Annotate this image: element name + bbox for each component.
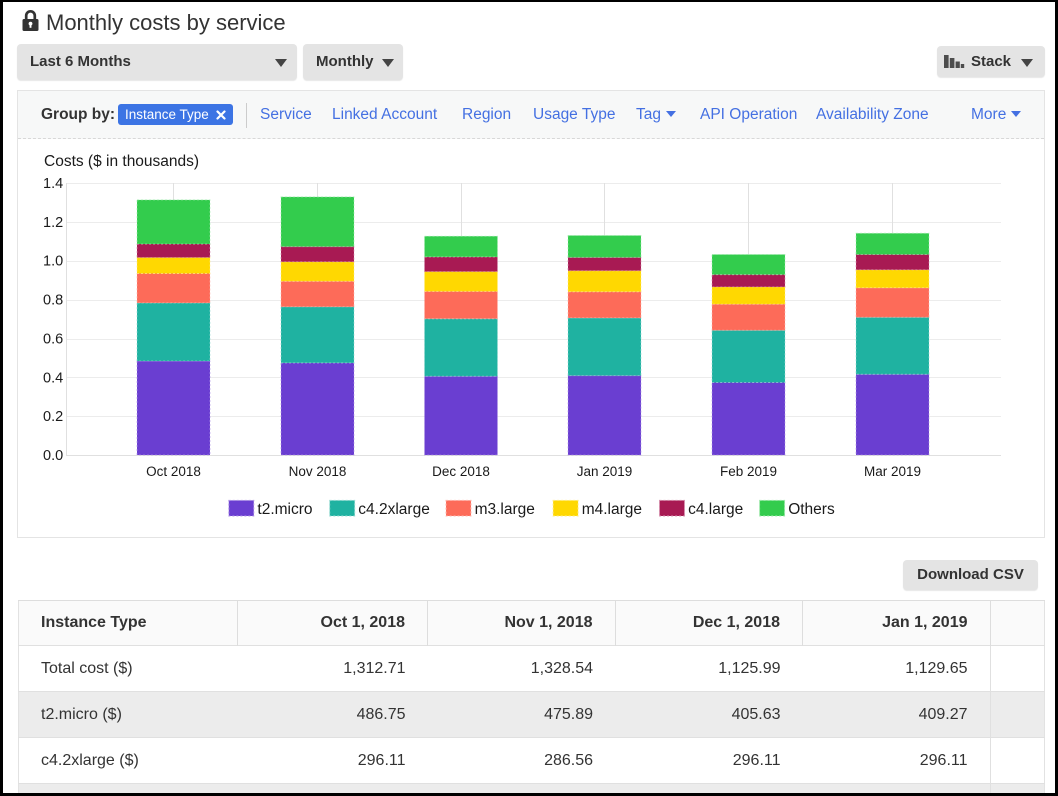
- svg-text:Mar 2019: Mar 2019: [864, 464, 921, 479]
- svg-text:0.8: 0.8: [43, 293, 63, 309]
- svg-text:c4.2xlarge: c4.2xlarge: [358, 501, 430, 518]
- svg-text:0.4: 0.4: [43, 370, 63, 386]
- svg-text:1.4: 1.4: [43, 176, 63, 192]
- svg-text:c4.large: c4.large: [688, 501, 743, 518]
- svg-text:Others: Others: [788, 501, 835, 518]
- svg-text:Dec 2018: Dec 2018: [432, 464, 490, 479]
- svg-text:m4.large: m4.large: [582, 501, 642, 518]
- svg-text:0.0: 0.0: [43, 448, 63, 464]
- svg-text:0.6: 0.6: [43, 331, 63, 347]
- svg-text:1.0: 1.0: [43, 254, 63, 270]
- svg-text:Costs ($ in thousands): Costs ($ in thousands): [44, 153, 199, 170]
- svg-text:Jan 2019: Jan 2019: [577, 464, 633, 479]
- svg-text:t2.micro: t2.micro: [257, 501, 312, 518]
- svg-text:Oct 2018: Oct 2018: [146, 464, 201, 479]
- svg-text:0.2: 0.2: [43, 409, 63, 425]
- svg-text:1.2: 1.2: [43, 215, 63, 231]
- svg-text:Nov 2018: Nov 2018: [289, 464, 347, 479]
- svg-text:Feb 2019: Feb 2019: [720, 464, 777, 479]
- svg-text:m3.large: m3.large: [475, 501, 535, 518]
